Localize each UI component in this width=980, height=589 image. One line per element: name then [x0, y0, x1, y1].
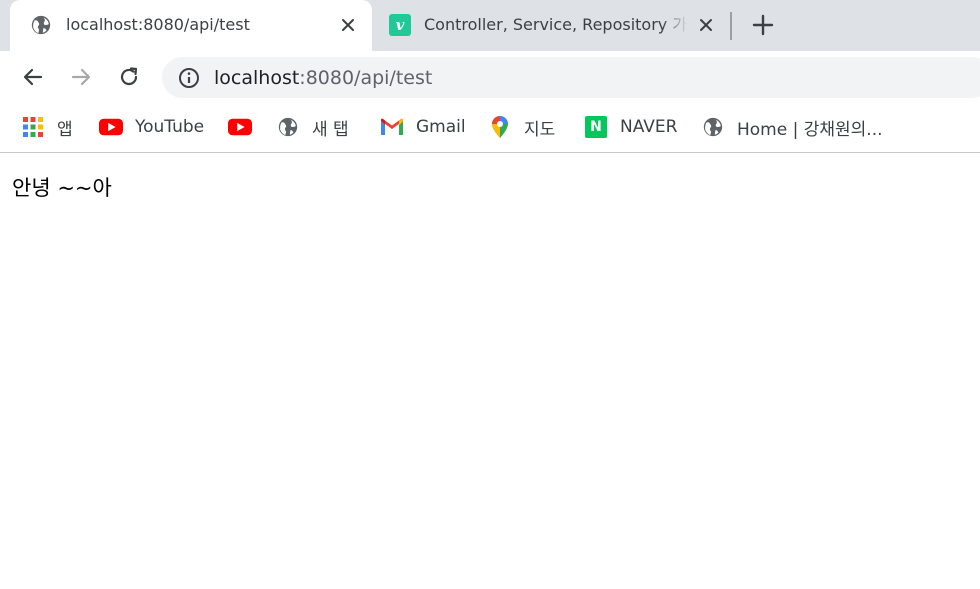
new-tab-plus-icon[interactable]: [751, 13, 775, 37]
bookmark-label: 새 탭: [312, 119, 349, 140]
naver-icon-wrap: N: [584, 115, 608, 139]
tab-strip: localhost:8080/api/test v Controller, Se…: [0, 0, 980, 51]
close-icon[interactable]: [696, 15, 716, 35]
url-path: :8080/api/test: [299, 67, 433, 89]
response-text: 안녕 ~~아: [12, 176, 112, 200]
tab-separator: [730, 12, 732, 40]
bookmark-naver[interactable]: N NAVER: [584, 114, 677, 140]
url-host: localhost: [214, 67, 300, 89]
tab-title: localhost:8080/api/test: [66, 15, 250, 34]
reload-icon[interactable]: [117, 65, 141, 89]
info-icon[interactable]: [178, 67, 200, 89]
globe-icon: [276, 115, 300, 139]
bookmarks-bar: 앱 YouTube 새 탭 Gmail 지도 N NAVER Home | 강채…: [0, 103, 980, 153]
apps-grid-icon: [21, 115, 45, 139]
bookmark-label: 지도: [524, 119, 556, 140]
youtube-icon: [228, 115, 252, 139]
tab-velog[interactable]: v Controller, Service, Repository 가: [376, 0, 726, 51]
bookmark-label: Home | 강채원의...: [737, 119, 883, 140]
browser-toolbar: localhost:8080/api/test: [0, 51, 980, 103]
bookmark-new-tab[interactable]: 새 탭: [276, 114, 349, 140]
globe-icon: [701, 115, 725, 139]
bookmark-label: YouTube: [135, 117, 205, 137]
page-content: 안녕 ~~아: [0, 154, 980, 589]
bookmark-label: 앱: [57, 119, 73, 140]
tab-localhost[interactable]: localhost:8080/api/test: [10, 0, 372, 51]
address-bar[interactable]: localhost:8080/api/test: [162, 57, 980, 98]
bookmark-home[interactable]: Home | 강채원의...: [701, 114, 883, 140]
naver-icon: N: [585, 116, 607, 138]
bookmark-apps[interactable]: 앱: [21, 114, 73, 140]
bookmark-youtube[interactable]: YouTube: [99, 114, 204, 140]
tab-title: Controller, Service, Repository 가: [424, 15, 688, 34]
globe-icon: [30, 14, 52, 36]
bookmark-label: Gmail: [416, 117, 466, 137]
bookmark-label: NAVER: [620, 117, 678, 137]
bookmark-youtube-2[interactable]: [228, 114, 252, 140]
gmail-icon: [380, 115, 404, 139]
close-icon[interactable]: [338, 15, 358, 35]
back-arrow-icon[interactable]: [21, 65, 45, 89]
bookmark-gmail[interactable]: Gmail: [380, 114, 466, 140]
maps-pin-icon: [488, 115, 512, 139]
url-text[interactable]: localhost:8080/api/test: [214, 66, 432, 90]
forward-arrow-icon[interactable]: [69, 65, 93, 89]
youtube-icon: [99, 115, 123, 139]
velog-v-icon: v: [389, 14, 411, 36]
bookmark-maps[interactable]: 지도: [488, 114, 555, 140]
